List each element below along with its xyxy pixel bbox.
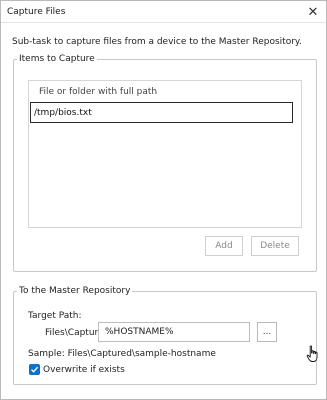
add-button[interactable]: Add: [205, 236, 243, 256]
browse-button-label: ...: [262, 327, 272, 337]
dialog-description: Sub-task to capture files from a device …: [12, 37, 302, 47]
target-path-label: Target Path:: [28, 311, 82, 321]
title-bar: Capture Files ✕: [1, 1, 326, 23]
close-button[interactable]: ✕: [303, 3, 323, 21]
target-path-input[interactable]: [98, 322, 250, 342]
column-header-path: File or folder with full path: [39, 87, 158, 97]
checkmark-icon: [31, 366, 39, 373]
overwrite-checkbox[interactable]: [29, 364, 40, 375]
file-path-input[interactable]: [30, 102, 293, 123]
overwrite-label[interactable]: Overwrite if exists: [43, 365, 125, 375]
items-to-capture-legend: Items to Capture: [17, 54, 97, 64]
browse-button[interactable]: ...: [257, 322, 277, 342]
close-icon: ✕: [307, 4, 319, 20]
delete-button[interactable]: Delete: [251, 236, 299, 256]
capture-files-dialog: Capture Files ✕ Sub-task to capture file…: [0, 0, 327, 400]
hand-pointer-icon: [306, 345, 318, 362]
master-repository-legend: To the Master Repository: [17, 286, 133, 296]
sample-path-text: Sample: Files\Captured\sample-hostname: [28, 349, 216, 359]
dialog-title: Capture Files: [7, 7, 66, 17]
